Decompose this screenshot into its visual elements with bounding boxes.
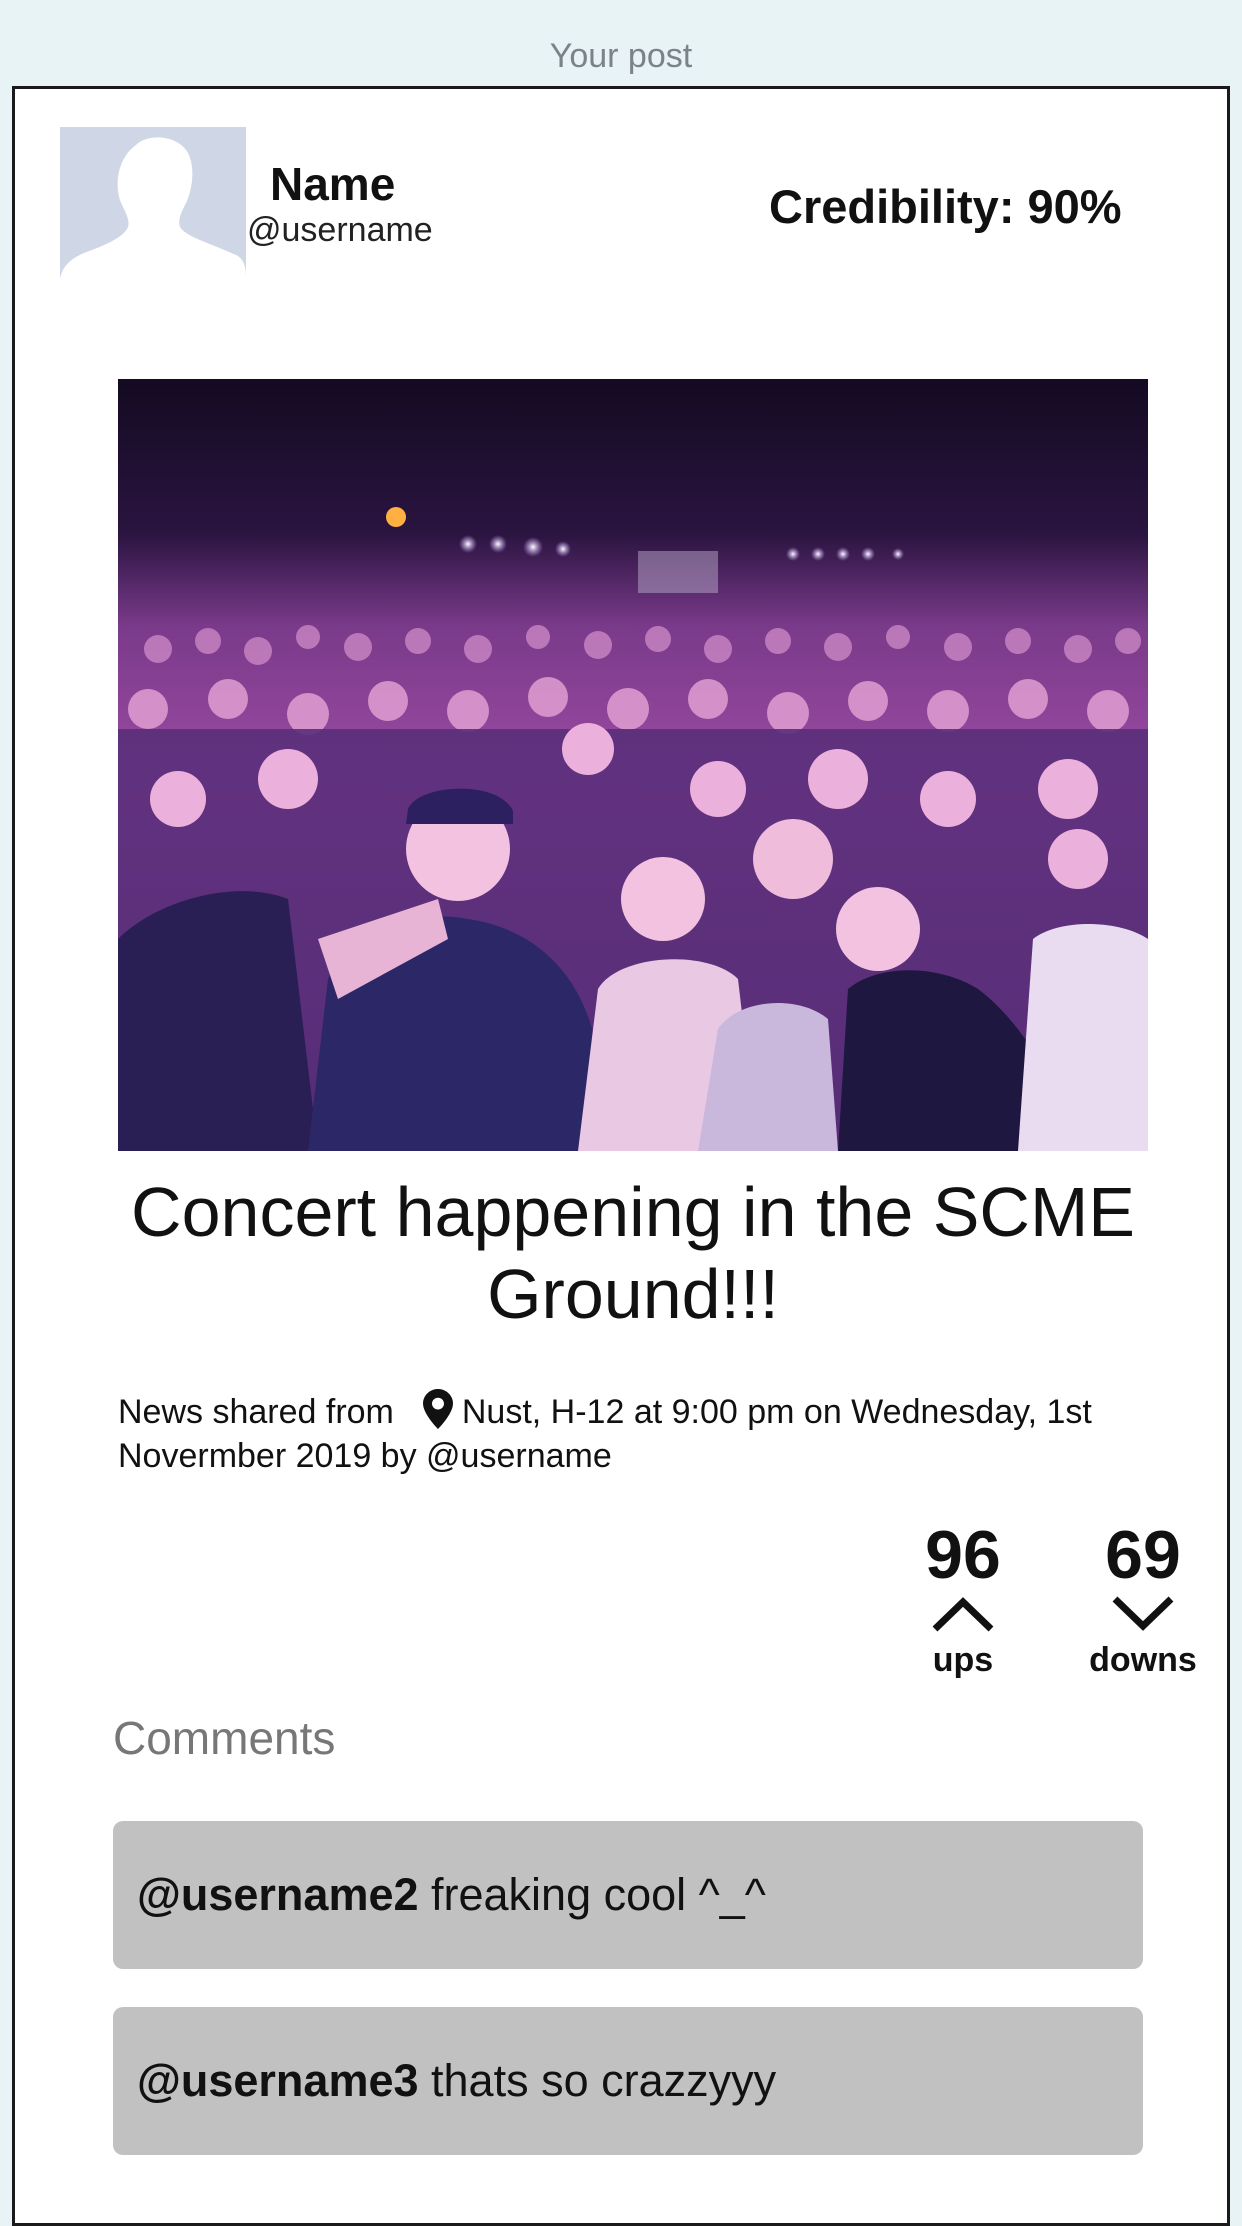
comment-author[interactable]: @username2 bbox=[137, 1869, 419, 1920]
avatar[interactable] bbox=[60, 127, 246, 302]
comments-heading: Comments bbox=[113, 1712, 336, 1764]
post-card: Name @username Credibility: 90% Concert … bbox=[12, 86, 1230, 2226]
comment-author[interactable]: @username3 bbox=[137, 2055, 419, 2106]
comment-text: thats so crazzyyy bbox=[418, 2055, 777, 2106]
upvote-label: ups bbox=[932, 1641, 994, 1679]
shared-from-label: News shared from bbox=[118, 1393, 394, 1431]
comment-item[interactable]: @username3 thats so crazzyyy bbox=[113, 2007, 1143, 2155]
upvote-button[interactable]: 96 ups bbox=[888, 1519, 1038, 1680]
default-profile-silhouette-icon bbox=[60, 127, 246, 302]
downvote-button[interactable]: 69 downs bbox=[1068, 1519, 1218, 1680]
credibility-score: Credibility: 90% bbox=[769, 180, 1122, 233]
chevron-up-icon bbox=[932, 1597, 994, 1632]
downvote-count: 69 bbox=[1105, 1517, 1181, 1593]
concert-crowd-image bbox=[118, 379, 1148, 1151]
comment-item[interactable]: @username2 freaking cool ^_^ bbox=[113, 1821, 1143, 1969]
screen-title: Your post bbox=[549, 37, 693, 75]
author-handle[interactable]: @username bbox=[247, 211, 433, 250]
upvote-count: 96 bbox=[925, 1517, 1001, 1593]
author-name[interactable]: Name bbox=[270, 157, 395, 211]
post-title: Concert happening in the SCME Ground!!! bbox=[131, 1173, 1135, 1333]
comment-text: freaking cool ^_^ bbox=[418, 1869, 766, 1920]
post-photo[interactable] bbox=[118, 379, 1148, 1151]
post-meta: News shared from Nust, H-12 at 9:00 pm on… bbox=[118, 1389, 1158, 1478]
map-pin-icon bbox=[422, 1389, 453, 1429]
chevron-down-icon bbox=[1112, 1596, 1174, 1631]
downvote-label: downs bbox=[1089, 1641, 1197, 1679]
